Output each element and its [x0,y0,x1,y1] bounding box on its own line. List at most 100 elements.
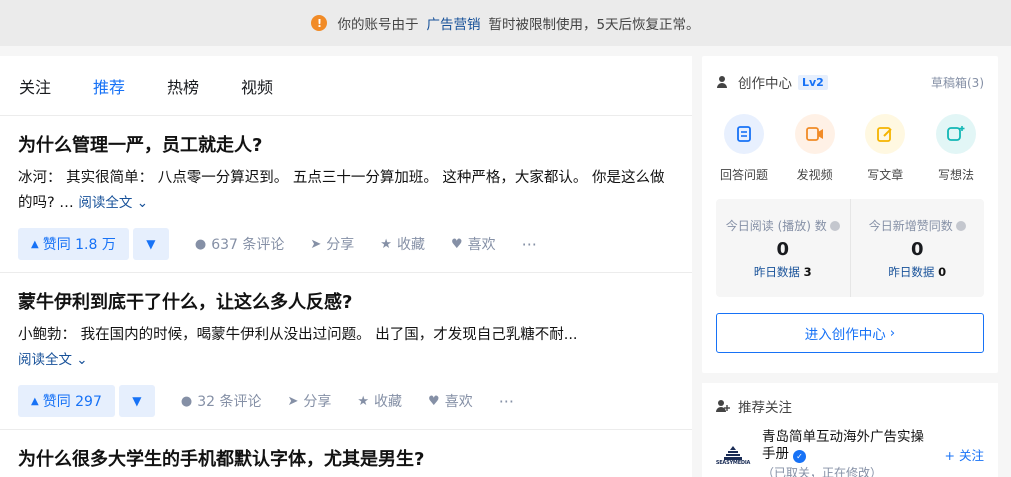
comment-label: 637 条评论 [211,237,285,253]
comment-icon: ● [194,236,207,252]
stat-label-text: 今日阅读 (播放) 数 [725,219,827,233]
answer-excerpt[interactable]: 冰河： 其实很简单： 八点零一分算迟到。 五点三十一分算加班。 这种严格，大家都… [18,166,674,216]
answer-icon [724,114,764,154]
read-more-link[interactable]: 阅读全文 ⌄ [78,195,148,211]
help-icon[interactable] [829,221,840,231]
idea-icon [935,114,976,154]
star-icon: ★ [380,236,392,252]
help-icon[interactable] [955,221,966,231]
triangle-up-icon: ▲ [31,395,39,407]
creator-title: 创作中心 Lv2 [716,72,828,92]
recommend-item: SEASYMEDIA 青岛简单互动海外广告实操手册 ✓ （已取关，正在修改） + … [716,429,984,477]
creator-center-panel: 创作中心 Lv2 草稿箱(3) 回答问题 发视频 写文章 写想法 今日阅读 (播… [702,56,998,373]
tab-hot[interactable]: 热榜 [167,74,199,98]
account-info[interactable]: 青岛简单互动海外广告实操手册 ✓ （已取关，正在修改） [762,429,932,477]
tool-label: 写文章 [867,168,904,182]
triangle-down-icon: ▼ [146,237,156,251]
account-logo[interactable]: SEASYMEDIA [716,439,750,473]
answer-excerpt[interactable]: 小鲍勃： 我在国内的时候，喝蒙牛伊利从没出过问题。 出了国，才发现自己乳糖不耐.… [18,323,674,373]
stat-reads: 今日阅读 (播放) 数 0 昨日数据 3 [716,199,850,297]
collect-button[interactable]: ★ 收藏 [357,391,402,411]
creator-tools: 回答问题 发视频 写文章 写想法 [716,108,984,183]
notice-text-after: 暂时被限制使用，5天后恢复正常。 [488,17,700,33]
notice-text-before: 你的账号由于 [337,17,419,33]
comment-label: 32 条评论 [197,394,262,410]
stat-label-text: 今日新增赞同数 [868,219,953,233]
creator-stats: 今日阅读 (播放) 数 0 昨日数据 3 今日新增赞同数 0 昨日数据 0 [716,199,984,297]
share-label: 分享 [326,237,355,253]
feed-card: 为什么很多大学生的手机都默认字体，尤其是男生? [0,430,692,474]
tab-following[interactable]: 关注 [19,74,51,98]
recommend-title: 推荐关注 [738,400,792,416]
feed-tabs: 关注 推荐 热榜 视频 [0,56,692,116]
tool-label: 发视频 [796,168,833,182]
question-title[interactable]: 蒙牛伊利到底干了什么，让这么多人反感? [18,289,674,317]
feed-card: 蒙牛伊利到底干了什么，让这么多人反感? 小鲍勃： 我在国内的时候，喝蒙牛伊利从没… [0,273,692,430]
question-title[interactable]: 为什么很多大学生的手机都默认字体，尤其是男生? [18,446,674,474]
notice-reason-link[interactable]: 广告营销 [426,13,480,33]
recommend-follow-panel: 推荐关注 SEASYMEDIA 青岛简单互动海外广告实操手册 ✓ （已取关，正在修… [702,383,998,477]
yesterday-value: 3 [803,265,812,279]
write-idea-button[interactable]: 写想法 [928,114,984,183]
share-button[interactable]: ➤ 分享 [287,391,331,411]
write-icon [865,114,906,154]
more-icon[interactable]: ··· [499,392,514,411]
feed-card: 为什么管理一严，员工就走人? 冰河： 其实很简单： 八点零一分算迟到。 五点三十… [0,116,692,273]
tool-label: 写想法 [937,168,974,182]
upvote-button[interactable]: ▲ 赞同 1.8 万 [18,228,129,260]
share-icon: ➤ [287,393,299,409]
yesterday-data-link[interactable]: 昨日数据 3 [754,264,812,280]
write-article-button[interactable]: 写文章 [857,114,913,183]
video-icon [794,114,835,154]
yesterday-label: 昨日数据 [753,265,800,279]
card-actions: ▲ 赞同 1.8 万 ▼ ● 637 条评论 ➤ 分享 ★ 收藏 ♥ 喜欢 ··· [18,216,674,272]
post-video-button[interactable]: 发视频 [787,114,843,183]
enter-creator-center-button[interactable]: 进入创作中心 › [716,313,984,353]
share-button[interactable]: ➤ 分享 [310,234,354,254]
feed-panel: 关注 推荐 热榜 视频 为什么管理一严，员工就走人? 冰河： 其实很简单： 八点… [0,56,692,477]
tab-video[interactable]: 视频 [241,74,273,98]
question-title[interactable]: 为什么管理一严，员工就走人? [18,132,674,160]
yesterday-data-link[interactable]: 昨日数据 0 [888,264,946,280]
chevron-right-icon: › [889,325,896,341]
upvote-button[interactable]: ▲ 赞同 297 [18,385,115,417]
downvote-button[interactable]: ▼ [118,385,155,417]
excerpt-text: 小鲍勃： 我在国内的时候，喝蒙牛伊利从没出过问题。 出了国，才发现自己乳糖不耐.… [18,327,578,343]
share-label: 分享 [303,394,332,410]
heart-icon: ♥ [428,393,440,409]
add-user-icon [716,400,730,412]
chevron-down-icon: ⌄ [136,195,149,211]
yesterday-label: 昨日数据 [888,265,935,279]
upvote-label: 赞同 297 [42,394,102,410]
like-label: 喜欢 [467,237,496,253]
comment-button[interactable]: ● 637 条评论 [195,234,285,254]
collect-button[interactable]: ★ 收藏 [380,234,425,254]
collect-label: 收藏 [374,394,403,410]
level-badge: Lv2 [798,74,828,90]
follow-button[interactable]: + 关注 [945,445,984,464]
comment-button[interactable]: ● 32 条评论 [181,391,262,411]
like-button[interactable]: ♥ 喜欢 [428,391,473,411]
tab-recommend[interactable]: 推荐 [93,74,125,98]
restriction-notice: ! 你的账号由于 广告营销 暂时被限制使用，5天后恢复正常。 [0,0,1011,46]
like-label: 喜欢 [444,394,473,410]
creator-header: 创作中心 Lv2 草稿箱(3) [716,56,984,108]
drafts-link[interactable]: 草稿箱(3) [931,74,984,91]
answer-question-button[interactable]: 回答问题 [716,114,772,183]
creator-title-text: 创作中心 [738,76,792,92]
more-icon[interactable]: ··· [522,235,537,254]
triangle-up-icon: ▲ [31,238,39,250]
read-more-link[interactable]: 阅读全文 ⌄ [18,352,88,368]
like-button[interactable]: ♥ 喜欢 [451,234,496,254]
downvote-button[interactable]: ▼ [132,228,169,260]
pagoda-icon [724,446,742,460]
chevron-down-icon: ⌄ [76,352,88,368]
user-icon [717,76,727,88]
account-name: 青岛简单互动海外广告实操手册 [762,429,924,462]
warning-icon: ! [311,15,328,31]
stat-label: 今日阅读 (播放) 数 [726,217,840,234]
enter-label: 进入创作中心 [804,327,886,343]
recommend-header: 推荐关注 [716,383,984,429]
triangle-down-icon: ▼ [132,394,142,408]
star-icon: ★ [357,393,370,409]
